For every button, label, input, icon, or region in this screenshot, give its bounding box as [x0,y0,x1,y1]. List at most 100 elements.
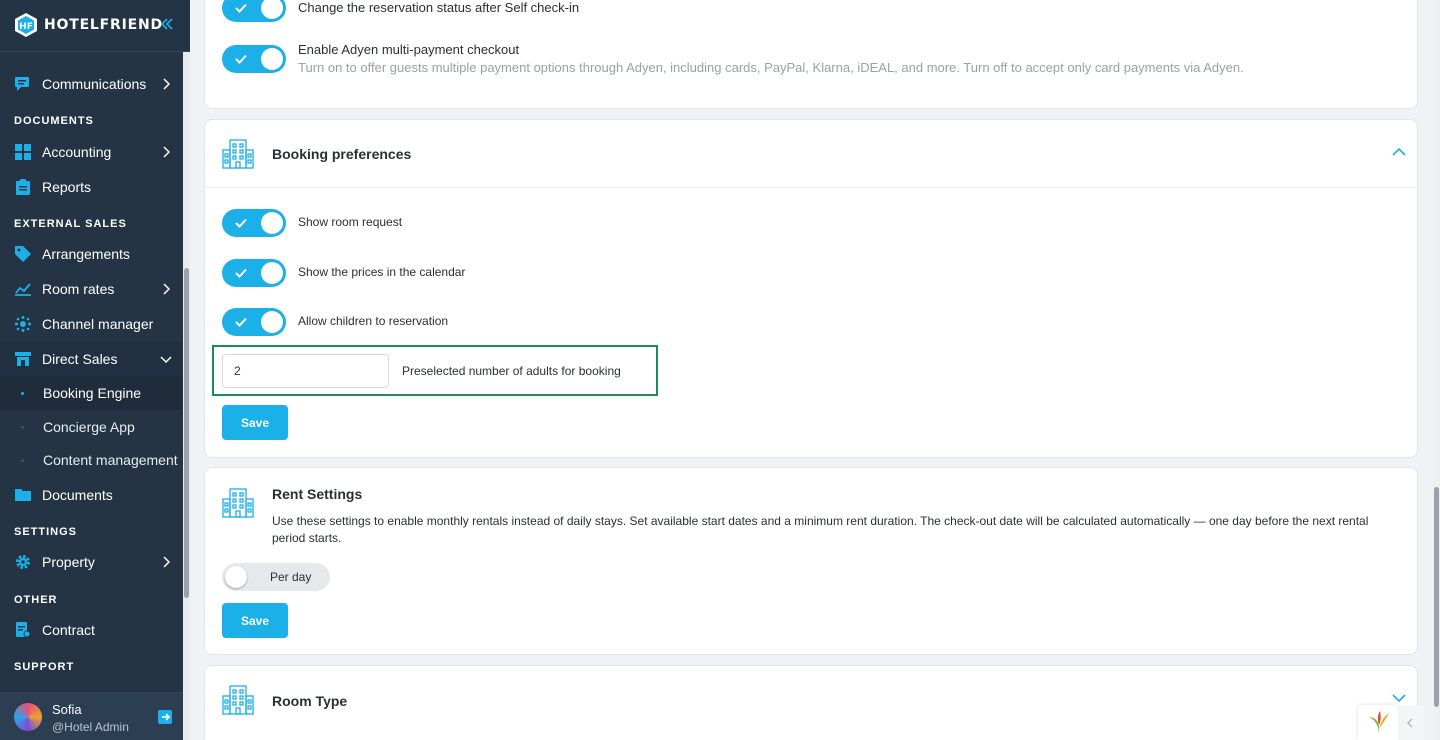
main-content: Change the reservation status after Self… [190,0,1433,740]
section-other: OTHER [14,594,58,606]
check-icon [235,268,247,278]
per-day-toggle[interactable]: Per day [222,563,330,591]
self-checkin-status-label: Change the reservation status after Self… [298,0,580,15]
sidebar-item-accounting[interactable]: Accounting [0,135,182,169]
toggle-knob [261,48,283,70]
toggle-knob [261,311,283,333]
sidebar-subitem-content-management[interactable]: Content management [0,443,182,477]
sidebar-subitem-concierge-app[interactable]: Concierge App [0,410,182,444]
contract-icon [14,621,32,639]
divider [205,187,1417,188]
brand-name: HOTELFRIEND [44,17,163,33]
sidebar-item-property[interactable]: Property [0,545,182,579]
sidebar-item-label: Room rates [42,281,115,297]
sidebar-scrollbar-thumb[interactable] [184,268,189,598]
allow-children-toggle[interactable] [222,308,286,336]
chevron-up-icon[interactable] [1392,147,1406,157]
tag-icon [14,245,32,263]
sidebar-item-reports[interactable]: Reports [0,170,182,204]
check-icon [235,3,247,13]
adults-number-input[interactable] [222,354,389,388]
collapse-sidebar-icon[interactable] [160,17,174,31]
allow-children-label: Allow children to reservation [298,314,449,328]
adults-number-label: Preselected number of adults for booking [402,364,621,378]
building-icon [222,139,254,169]
chevron-down-icon[interactable] [1392,693,1406,703]
section-settings: SETTINGS [14,526,78,538]
toggle-knob [261,0,283,19]
assistant-widget[interactable] [1358,705,1398,740]
check-icon [235,317,247,327]
sidebar-item-label: Reports [42,179,92,195]
user-role: @Hotel Admin [52,720,129,734]
chevron-right-icon [163,556,170,568]
toggle-knob [225,566,247,588]
show-room-request-toggle[interactable] [222,209,286,237]
sidebar-item-label: Property [42,554,95,570]
bullet-icon [21,391,24,395]
check-icon [235,218,247,228]
sidebar-subitem-label: Booking Engine [43,385,142,401]
main-scrollbar-thumb[interactable] [1434,487,1439,707]
chevron-right-icon [163,78,170,90]
sidebar-item-label: Documents [42,487,113,503]
show-prices-label: Show the prices in the calendar [298,265,466,279]
sidebar-item-label: Channel manager [42,316,154,332]
sidebar-item-label: Direct Sales [42,351,118,367]
user-profile[interactable]: Sofia @Hotel Admin [0,692,183,740]
toggle-knob [261,262,283,284]
sidebar-subitem-label: Concierge App [43,419,135,435]
booking-preferences-card: Booking preferences Show room request Sh… [204,119,1418,458]
gear-icon [14,553,32,571]
sidebar-scrollbar[interactable] [183,0,190,740]
booking-preferences-title: Booking preferences [272,146,412,162]
chevron-left-icon [1407,718,1413,728]
widget-toggle[interactable] [1398,705,1423,740]
show-prices-toggle[interactable] [222,259,286,287]
sidebar-item-room-rates[interactable]: Room rates [0,272,182,306]
sidebar-item-documents[interactable]: Documents [0,478,182,512]
sidebar-subitem-label: Content management [43,452,178,468]
chevron-right-icon [163,283,170,295]
svg-text:HF: HF [19,22,33,32]
adyen-multipayment-toggle[interactable] [222,45,286,73]
show-room-request-label: Show room request [298,215,403,229]
rent-settings-description: Use these settings to enable monthly ren… [272,514,1369,545]
sidebar-item-communications[interactable]: Communications [0,67,182,101]
section-support: SUPPORT [14,661,75,673]
sidebar-item-label: Contract [42,622,95,638]
sidebar-item-direct-sales[interactable]: Direct Sales [0,342,182,376]
chart-line-icon [14,280,32,298]
sidebar: HF HOTELFRIEND Tasks Communications DOCU… [0,0,190,740]
leaf-logo-icon [1369,711,1389,734]
building-icon [222,685,254,715]
sidebar-item-channel-manager[interactable]: Channel manager [0,307,182,341]
sidebar-item-arrangements[interactable]: Arrangements [0,237,182,271]
chevron-right-icon [163,146,170,158]
sidebar-item-contract[interactable]: Contract [0,613,182,647]
sidebar-subitem-booking-engine[interactable]: Booking Engine [0,376,182,410]
check-icon [235,54,247,64]
sidebar-item-label: Communications [42,76,147,92]
rent-settings-title: Rent Settings [272,486,363,502]
chat-icon [14,75,32,93]
network-icon [14,315,32,333]
section-external-sales: EXTERNAL SALES [14,218,127,230]
avatar [14,703,42,731]
chevron-down-icon [160,356,172,363]
save-button[interactable]: Save [222,603,288,638]
sidebar-header: HF HOTELFRIEND [0,0,190,52]
sidebar-item-label: Accounting [42,144,112,160]
user-name: Sofia [52,702,82,717]
per-day-label: Per day [270,570,312,584]
save-button[interactable]: Save [222,405,288,440]
main-scrollbar[interactable] [1433,0,1440,740]
bullet-icon [21,458,24,462]
hotelfriend-logo-icon: HF [15,13,37,37]
rent-settings-card: Rent Settings Use these settings to enab… [204,467,1418,655]
folder-icon [14,486,32,504]
logout-icon[interactable] [158,710,172,724]
store-icon [14,350,32,368]
room-type-title: Room Type [272,693,348,709]
self-checkin-status-toggle[interactable] [222,0,286,22]
